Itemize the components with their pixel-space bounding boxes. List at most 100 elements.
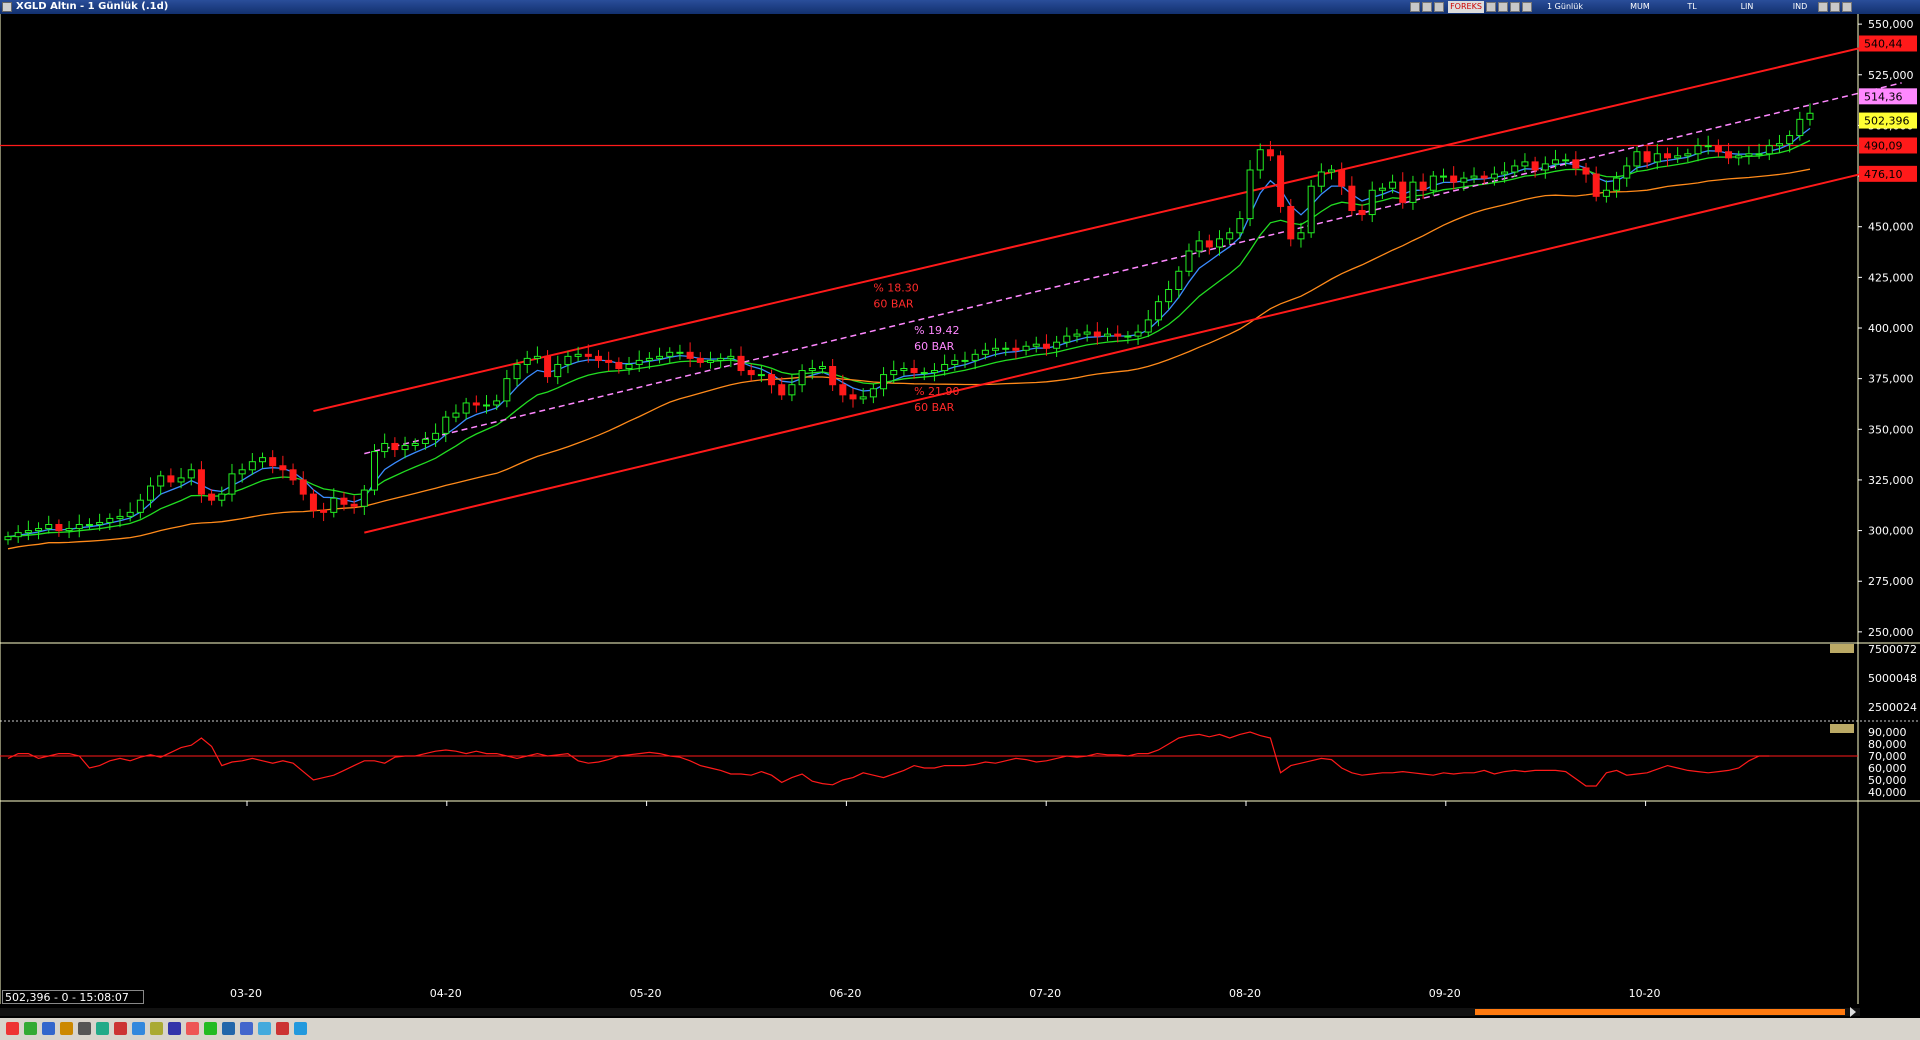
time-tick-label: 10-20 <box>1629 987 1661 1000</box>
toolbar-icon-1[interactable] <box>1410 2 1420 12</box>
bottom-tool-icon[interactable] <box>132 1022 145 1035</box>
toolbar-icon-4[interactable] <box>1486 2 1496 12</box>
candle-body <box>360 489 368 507</box>
candle-body <box>1063 335 1071 343</box>
bottom-tool-icon[interactable] <box>96 1022 109 1035</box>
candle-body <box>371 451 379 491</box>
bottom-tool-icon[interactable] <box>114 1022 127 1035</box>
candle-body <box>584 353 592 357</box>
bottom-tool-icon[interactable] <box>24 1022 37 1035</box>
candle-body <box>890 370 898 376</box>
bottom-tool-icon[interactable] <box>168 1022 181 1035</box>
volume-tick-label: 7500072 <box>1868 643 1917 656</box>
price-tick-label: 450,000 <box>1868 221 1914 234</box>
toolbar-icon-3[interactable] <box>1434 2 1444 12</box>
chart-style-button[interactable]: MUM <box>1625 1 1655 13</box>
toolbar-icon-6[interactable] <box>1510 2 1520 12</box>
candle-body <box>1704 145 1712 148</box>
candle-body <box>1429 175 1437 191</box>
toolbar-icon-2[interactable] <box>1422 2 1432 12</box>
bottom-tool-icon[interactable] <box>6 1022 19 1035</box>
candle-body <box>1562 159 1570 162</box>
currency-button[interactable]: TL <box>1680 1 1704 13</box>
candle-body <box>768 374 776 386</box>
candle-body <box>1256 149 1264 171</box>
candle-body <box>1439 175 1447 178</box>
candle-body <box>1358 210 1366 216</box>
volume-tick-label: 5000048 <box>1868 672 1917 685</box>
bottom-tool-icon[interactable] <box>204 1022 217 1035</box>
period-button[interactable]: 1 Günlük <box>1540 1 1590 13</box>
candle-body <box>1389 181 1397 189</box>
bottom-tool-icon[interactable] <box>240 1022 253 1035</box>
bottom-tool-icon[interactable] <box>258 1022 271 1035</box>
candle-body <box>279 465 287 471</box>
candle-body <box>55 524 63 532</box>
candle-body <box>880 374 888 390</box>
bottom-tool-icon[interactable] <box>78 1022 91 1035</box>
candle-body <box>869 388 877 398</box>
candle-body <box>432 432 440 440</box>
price-tick-label: 425,000 <box>1868 271 1914 284</box>
price-label-text: 476,10 <box>1864 168 1903 181</box>
candle-body <box>1287 205 1295 240</box>
candle-body <box>615 361 623 370</box>
bottom-tool-icon[interactable] <box>276 1022 289 1035</box>
price-chart[interactable]: % 18.3060 BAR% 19.4260 BAR% 21.9060 BAR … <box>0 14 1920 1014</box>
candle-body <box>666 351 674 357</box>
bottom-tool-icon[interactable] <box>294 1022 307 1035</box>
candle-body <box>248 461 256 471</box>
maximize-icon[interactable] <box>1830 2 1840 12</box>
time-tick-label: 03-20 <box>230 987 262 1000</box>
candle-body <box>1154 301 1162 321</box>
annotation-percent: % 19.42 <box>914 324 959 337</box>
candle-body <box>1124 335 1132 338</box>
candle-body <box>1053 341 1061 349</box>
bottom-tool-icon[interactable] <box>186 1022 199 1035</box>
candle-body <box>330 497 338 513</box>
candle-body <box>605 359 613 363</box>
candle-body <box>1297 232 1305 240</box>
grid-layer <box>0 14 1920 1004</box>
price-label-text: 540,44 <box>1864 37 1903 50</box>
toolbar-icon-5[interactable] <box>1498 2 1508 12</box>
bottom-tool-icon[interactable] <box>150 1022 163 1035</box>
close-icon[interactable] <box>1842 2 1852 12</box>
candle-body <box>859 396 867 400</box>
scroll-right-arrow-icon[interactable] <box>1850 1007 1856 1017</box>
bottom-tool-icon[interactable] <box>222 1022 235 1035</box>
candle-body <box>482 404 490 407</box>
bottom-tool-icon[interactable] <box>60 1022 73 1035</box>
candle-body <box>1338 169 1346 187</box>
candle-body <box>391 442 399 451</box>
minimize-icon[interactable] <box>1818 2 1828 12</box>
oscillator-tick-label: 40,000 <box>1868 786 1907 799</box>
scale-button[interactable]: LIN <box>1735 1 1759 13</box>
window-titlebar: XGLD Altın - 1 Günlük (.1d) FOREKS 1 Gün… <box>0 0 1920 14</box>
indicator-button[interactable]: IND <box>1788 1 1812 13</box>
candle-body <box>1144 319 1152 333</box>
trend-lines <box>313 37 1902 534</box>
annotation-percent: % 18.30 <box>873 282 918 295</box>
annotation-bars: 60 BAR <box>873 298 914 311</box>
candle-body <box>788 384 796 396</box>
candle-body <box>1348 185 1356 212</box>
toolbar-icon-7[interactable] <box>1522 2 1532 12</box>
ma-fast-line <box>7 127 1811 538</box>
candle-body <box>594 355 602 361</box>
candle-body <box>126 511 134 517</box>
candle-body <box>686 351 694 359</box>
candle-body <box>340 497 348 505</box>
app-icon <box>2 2 12 12</box>
candle-body <box>574 353 582 357</box>
candle-body <box>45 524 53 530</box>
candle-body <box>381 442 389 453</box>
candle-body <box>778 384 786 396</box>
candle-body <box>167 475 175 483</box>
candle-body <box>1745 153 1753 157</box>
time-scroll-thumb[interactable] <box>1475 1009 1845 1015</box>
bottom-tool-icon[interactable] <box>42 1022 55 1035</box>
candle-body <box>1775 143 1783 147</box>
candle-body <box>513 363 521 380</box>
candle-body <box>1653 153 1661 163</box>
